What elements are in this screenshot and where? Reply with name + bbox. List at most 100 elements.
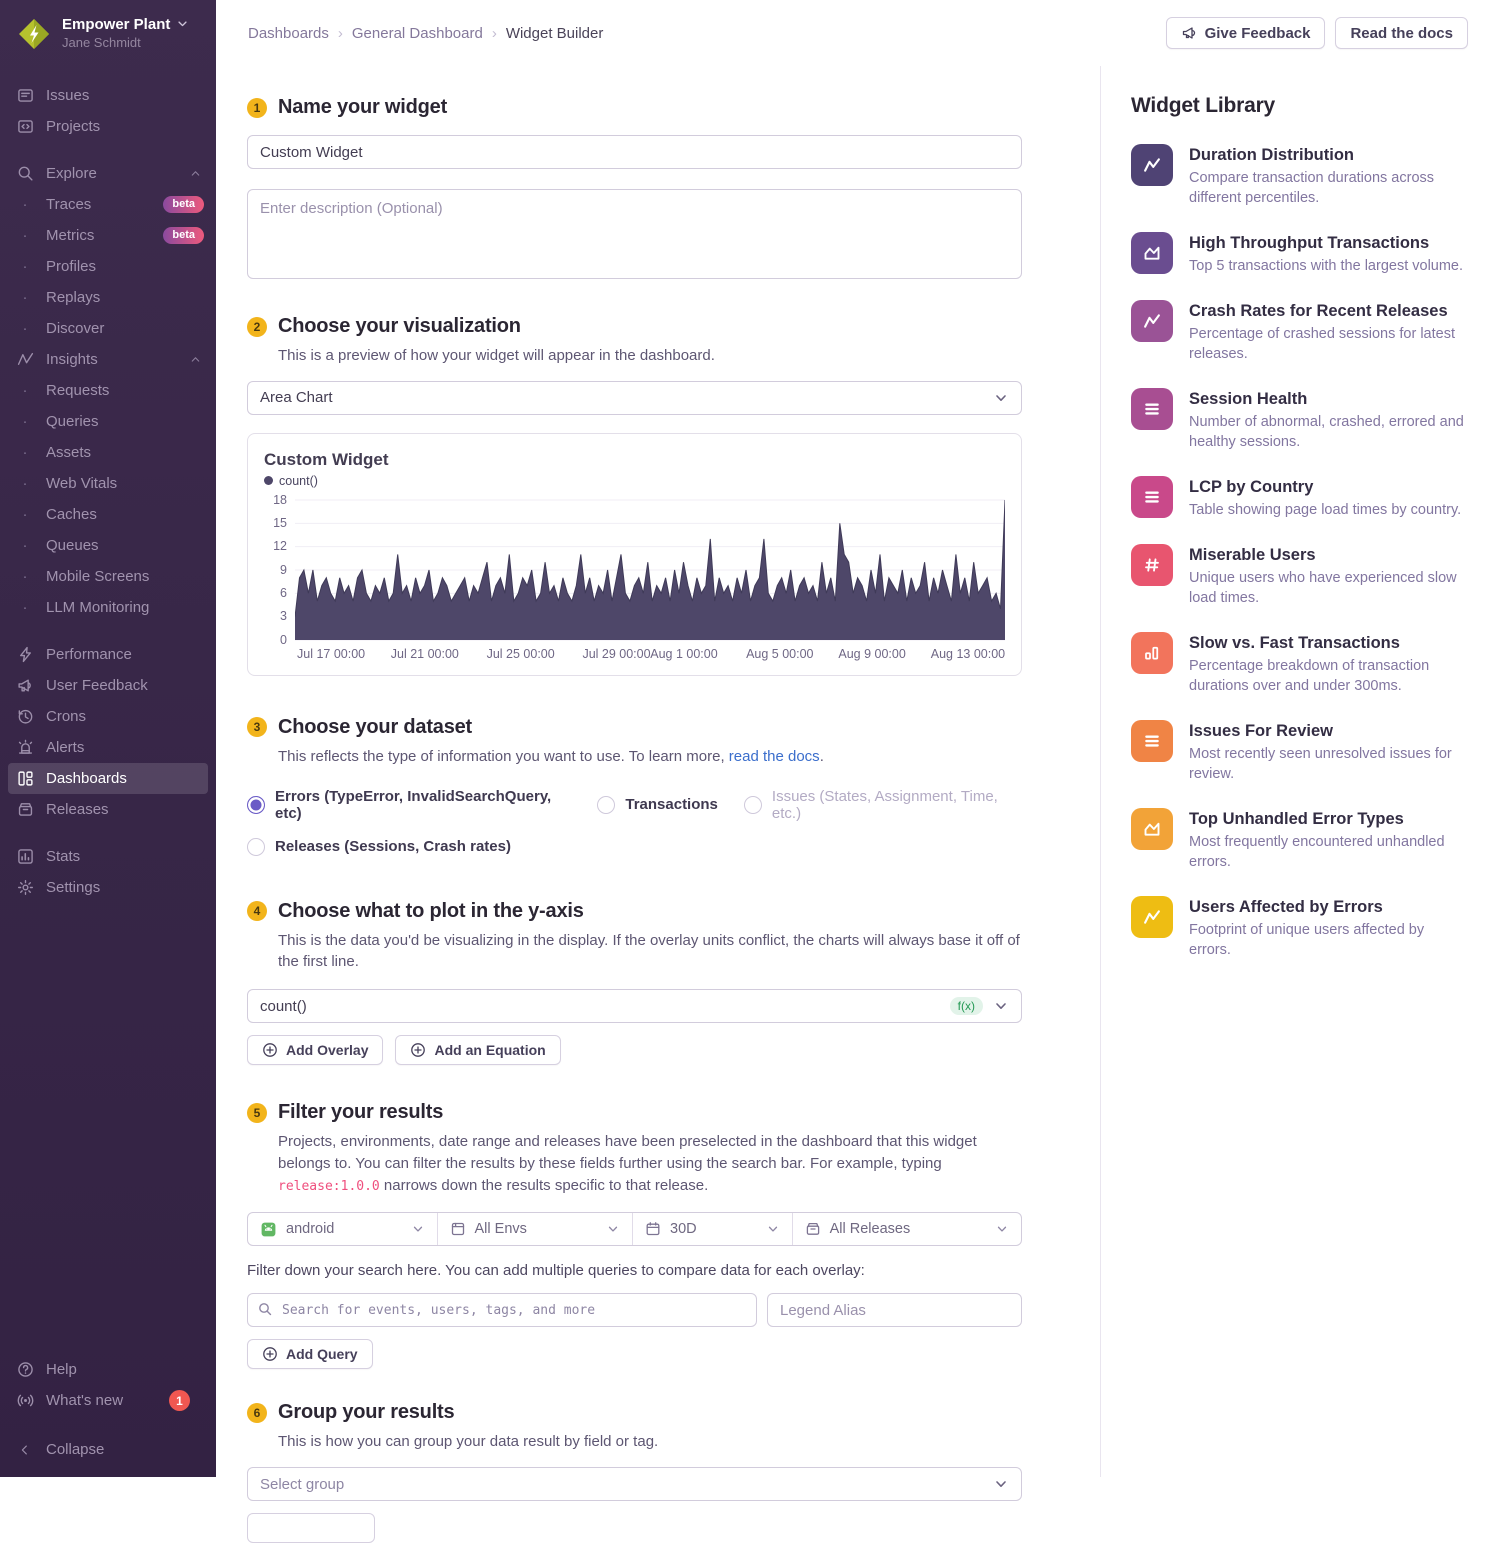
filter-30d[interactable]: 30D [633,1213,793,1245]
dataset-radio-transactions[interactable]: Transactions [597,796,718,814]
read-the-docs-button[interactable]: Read the docs [1335,17,1468,49]
sidebar-collapse-button[interactable]: Collapse [0,1434,216,1465]
chevron-down-icon [177,18,188,29]
calendar-icon [645,1221,661,1237]
sidebar-item-label: Help [46,1361,77,1378]
query-search [247,1293,757,1327]
chart-plot-area [295,498,1005,641]
filter-all-releases[interactable]: All Releases [793,1213,1021,1245]
step-number: 6 [247,1403,267,1423]
bullet-icon: · [16,200,34,210]
widget-library-item-session-health[interactable]: Session HealthNumber of abnormal, crashe… [1131,388,1470,452]
step-number: 4 [247,901,267,921]
sidebar-item-stats[interactable]: Stats [0,841,216,872]
dataset-radio-errors[interactable]: Errors (TypeError, InvalidSearchQuery, e… [247,788,571,822]
widget-library-item-miserable-users[interactable]: Miserable UsersUnique users who have exp… [1131,544,1470,608]
sidebar-item-alerts[interactable]: Alerts [0,732,216,763]
radio-label: Errors (TypeError, InvalidSearchQuery, e… [275,788,571,822]
y-tick-label: 6 [280,586,287,600]
filter-all-envs[interactable]: All Envs [438,1213,634,1245]
sidebar-item-crons[interactable]: Crons [0,701,216,732]
search-input[interactable] [247,1293,757,1327]
legend-alias-input[interactable] [767,1293,1022,1327]
x-tick-label: Aug 13 00:00 [931,647,1005,661]
give-feedback-button[interactable]: Give Feedback [1166,17,1326,49]
breadcrumb-general-dashboard[interactable]: General Dashboard [352,25,483,42]
step-title: Choose your visualization [278,315,521,338]
bullet-icon: · [16,324,34,334]
filter-android[interactable]: android [248,1213,438,1245]
sidebar-item-assets[interactable]: ·Assets [0,437,216,468]
widget-library-item-lcp-by-country[interactable]: LCP by CountryTable showing page load ti… [1131,476,1470,520]
sidebar-item-dashboards[interactable]: Dashboards [8,763,208,794]
sidebar-item-projects[interactable]: Projects [0,111,216,142]
widget-name-input[interactable] [247,135,1022,169]
yaxis-function-select[interactable]: count() f(x) [247,989,1022,1023]
sidebar-item-user-feedback[interactable]: User Feedback [0,670,216,701]
sidebar-item-issues[interactable]: Issues [0,80,216,111]
filter-label: All Envs [475,1221,598,1237]
visualization-select[interactable]: Area Chart [247,381,1022,415]
broadcast-icon [16,1392,34,1409]
add-equation-button[interactable]: Add an Equation [395,1035,560,1065]
sidebar-item-what-s-new[interactable]: What's new1 [0,1385,216,1416]
widget-library-item-slow-vs-fast-transactions[interactable]: Slow vs. Fast TransactionsPercentage bre… [1131,632,1470,696]
widget-library-item-description: Most frequently encountered unhandled er… [1189,832,1470,872]
step-name-widget: 1 Name your widget [247,96,1022,279]
org-name: Empower Plant [62,16,170,33]
sidebar-item-label: Performance [46,646,132,663]
bullet-icon: · [16,448,34,458]
sidebar-item-releases[interactable]: Releases [0,794,216,825]
sidebar-item-insights[interactable]: Insights [0,344,216,375]
sidebar-item-requests[interactable]: ·Requests [0,375,216,406]
sidebar-item-queues[interactable]: ·Queues [0,530,216,561]
add-query-button[interactable]: Add Query [247,1339,373,1369]
sidebar-item-mobile-screens[interactable]: ·Mobile Screens [0,561,216,592]
sidebar-item-settings[interactable]: Settings [0,872,216,903]
step-subtitle: This is how you can group your data resu… [278,1431,1022,1453]
chevron-down-icon [995,1222,1009,1236]
org-switcher[interactable]: Empower Plant Jane Schmidt [0,0,216,58]
sidebar-item-label: Stats [46,848,80,865]
widget-library-item-users-affected-by-errors[interactable]: Users Affected by ErrorsFootprint of uni… [1131,896,1470,960]
widget-library-item-crash-rates-for-recent-releases[interactable]: Crash Rates for Recent ReleasesPercentag… [1131,300,1470,364]
step-subtitle: Projects, environments, date range and r… [278,1131,1022,1196]
sidebar-item-web-vitals[interactable]: ·Web Vitals [0,468,216,499]
widget-library-item-top-unhandled-error-types[interactable]: Top Unhandled Error TypesMost frequently… [1131,808,1470,872]
step-subtitle: This reflects the type of information yo… [278,746,1022,768]
step-subtitle: This is the data you'd be visualizing in… [278,930,1022,974]
widget-library-item-title: Crash Rates for Recent Releases [1189,300,1470,322]
sidebar-item-label: Requests [46,382,109,399]
add-group-button[interactable] [247,1513,375,1543]
widget-library-item-high-throughput-transactions[interactable]: High Throughput TransactionsTop 5 transa… [1131,232,1470,276]
sidebar-item-help[interactable]: Help [0,1354,216,1385]
sidebar-item-llm-monitoring[interactable]: ·LLM Monitoring [0,592,216,623]
add-overlay-button[interactable]: Add Overlay [247,1035,383,1065]
widget-library-panel: Widget Library Duration DistributionComp… [1100,66,1500,1477]
widget-library-item-issues-for-review[interactable]: Issues For ReviewMost recently seen unre… [1131,720,1470,784]
sidebar-item-profiles[interactable]: ·Profiles [0,251,216,282]
read-the-docs-link[interactable]: read the docs [729,748,820,765]
widget-preview-chart: Custom Widget count() 0369121518 Jul 17 … [247,433,1022,676]
sidebar-item-label: Insights [46,351,98,368]
breadcrumb-dashboards[interactable]: Dashboards [248,25,329,42]
sidebar-item-explore[interactable]: Explore [0,158,216,189]
sidebar-item-discover[interactable]: · Discover [0,313,216,344]
sidebar-item-caches[interactable]: ·Caches [0,499,216,530]
stats-icon [16,848,34,865]
widget-description-input[interactable] [247,189,1022,279]
step-filter: 5 Filter your results Projects, environm… [247,1101,1022,1369]
sidebar-item-performance[interactable]: Performance [0,639,216,670]
sidebar-item-metrics[interactable]: ·Metricsbeta [0,220,216,251]
y-tick-label: 15 [273,516,287,530]
sidebar-item-replays[interactable]: ·Replays [0,282,216,313]
sidebar-item-traces[interactable]: ·Tracesbeta [0,189,216,220]
sidebar-footer: Help What's new1 Collapse [0,1354,216,1477]
sidebar-item-label: Discover [46,320,104,337]
step-title: Group your results [278,1401,454,1424]
widget-library-item-duration-distribution[interactable]: Duration DistributionCompare transaction… [1131,144,1470,208]
widget-library-item-title: LCP by Country [1189,476,1461,498]
group-select[interactable]: Select group [247,1467,1022,1501]
dataset-radio-releases[interactable]: Releases (Sessions, Crash rates) [247,838,511,856]
sidebar-item-queries[interactable]: ·Queries [0,406,216,437]
